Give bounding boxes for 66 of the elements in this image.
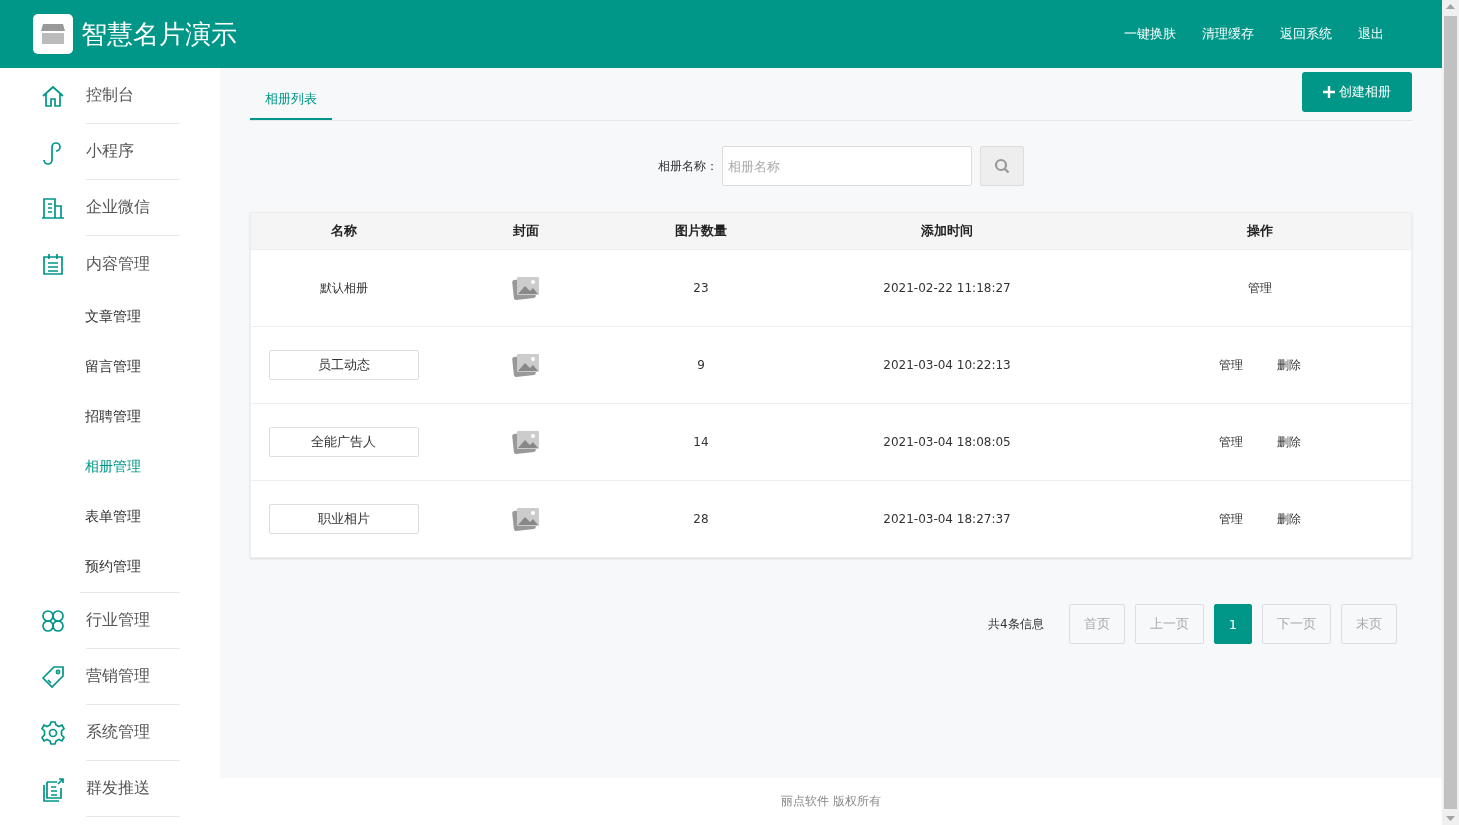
sidebar-subitem[interactable]: 预约管理 [80, 542, 180, 592]
added-time: 2021-03-04 18:27:37 [883, 512, 1011, 526]
album-name-field[interactable]: 员工动态 [268, 350, 419, 380]
photo-count: 28 [693, 512, 709, 526]
sidebar-item[interactable]: 内容管理 [0, 236, 220, 292]
action-link[interactable]: 删除 [1276, 433, 1301, 451]
album-name-field[interactable]: 职业相片 [268, 504, 419, 534]
added-time: 2021-03-04 18:08:05 [883, 435, 1011, 449]
store-logo-icon [33, 14, 73, 54]
photo-count: 23 [693, 281, 709, 295]
action-link[interactable]: 管理 [1218, 433, 1243, 451]
image-icon [512, 506, 540, 532]
search-button[interactable] [980, 146, 1024, 186]
create-album-button[interactable]: 创建相册 [1302, 72, 1412, 112]
tab[interactable]: 相册列表 [250, 90, 332, 120]
search-label: 相册名称： [658, 157, 718, 175]
record-count: 共4条信息 [988, 615, 1044, 633]
action-link[interactable]: 管理 [1218, 510, 1243, 528]
sidebar-item[interactable]: 控制台 [0, 68, 220, 124]
app-title: 智慧名片演示 [81, 17, 237, 51]
sidebar-item[interactable]: 小程序 [0, 124, 220, 180]
sidebar-subitem[interactable]: 文章管理 [80, 292, 180, 342]
page-button[interactable]: 1 [1213, 604, 1252, 644]
sidebar-item[interactable]: 行业管理 [0, 593, 220, 649]
scrollbar-thumb[interactable] [1444, 16, 1457, 809]
search-field[interactable]: 相册名称 [722, 146, 972, 186]
search-icon [994, 158, 1010, 174]
column-header: 名称 [329, 222, 358, 240]
sidebar-subitem[interactable]: 表单管理 [80, 492, 180, 542]
sidebar-icon [40, 195, 66, 221]
header-link[interactable]: 清理缓存 [1196, 25, 1260, 43]
added-time: 2021-03-04 10:22:13 [883, 358, 1011, 372]
sidebar-icon [40, 251, 66, 277]
action-link[interactable]: 管理 [1218, 356, 1243, 374]
sidebar-icon [40, 608, 66, 634]
photo-count: 9 [697, 358, 705, 372]
action-link[interactable]: 删除 [1276, 356, 1301, 374]
sidebar-item[interactable]: 群发推送 [0, 761, 220, 817]
action-link[interactable]: 管理 [1247, 279, 1272, 297]
header-link[interactable]: 返回系统 [1274, 25, 1338, 43]
column-header: 图片数量 [674, 222, 728, 240]
sidebar-icon [40, 776, 66, 802]
sidebar-icon [40, 83, 66, 109]
album-name-field[interactable]: 全能广告人 [268, 427, 419, 457]
image-icon [512, 429, 540, 455]
column-header: 添加时间 [920, 222, 974, 240]
action-link[interactable]: 删除 [1276, 510, 1301, 528]
sidebar-item[interactable]: 系统管理 [0, 705, 220, 761]
sidebar-subitem[interactable]: 相册管理 [80, 442, 180, 492]
column-header: 封面 [512, 222, 540, 240]
copyright-text: 丽点软件 版权所有 [781, 793, 881, 810]
album-name: 默认相册 [319, 279, 368, 297]
plus-icon [1323, 86, 1335, 98]
added-time: 2021-02-22 11:18:27 [883, 281, 1011, 295]
header-link[interactable]: 退出 [1352, 25, 1390, 43]
image-icon [512, 275, 540, 301]
sidebar-icon [40, 720, 66, 746]
photo-count: 14 [693, 435, 709, 449]
sidebar-subitem[interactable]: 留言管理 [80, 342, 180, 392]
header-link[interactable]: 一键换肤 [1118, 25, 1182, 43]
column-header: 操作 [1245, 222, 1274, 240]
sidebar-icon [40, 664, 66, 690]
image-icon [512, 352, 540, 378]
sidebar-item[interactable]: 企业微信 [0, 180, 220, 236]
sidebar-item[interactable]: 营销管理 [0, 649, 220, 705]
sidebar-subitem[interactable]: 招聘管理 [80, 392, 180, 442]
